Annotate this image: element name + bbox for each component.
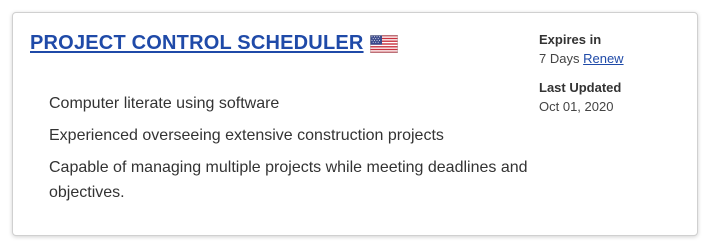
- list-item: Experienced overseeing extensive constru…: [49, 127, 444, 144]
- list-item: Computer literate using software: [49, 95, 280, 112]
- last-updated-value: Oct 01, 2020: [539, 99, 614, 114]
- us-flag-icon: [369, 34, 398, 53]
- last-updated-label: Last Updated: [539, 80, 622, 95]
- expires-value-row: 7 Days Renew: [539, 49, 689, 69]
- expires-block: Expires in 7 Days Renew: [539, 31, 689, 69]
- renew-link[interactable]: Renew: [583, 51, 623, 66]
- expires-label: Expires in: [539, 32, 602, 47]
- job-meta: Expires in 7 Days Renew Last Updated Oct…: [539, 31, 689, 117]
- job-title-row: PROJECT CONTROL SCHEDULER: [30, 32, 398, 55]
- list-item: Capable of managing multiple projects wh…: [49, 159, 528, 201]
- job-highlights-list: Computer literate using software Experie…: [49, 91, 539, 212]
- updated-block: Last Updated Oct 01, 2020: [539, 79, 689, 117]
- expires-value: 7 Days: [539, 51, 580, 66]
- job-card: PROJECT CONTROL SCHEDULER Computer liter…: [12, 12, 698, 236]
- job-title-link[interactable]: PROJECT CONTROL SCHEDULER: [30, 32, 364, 55]
